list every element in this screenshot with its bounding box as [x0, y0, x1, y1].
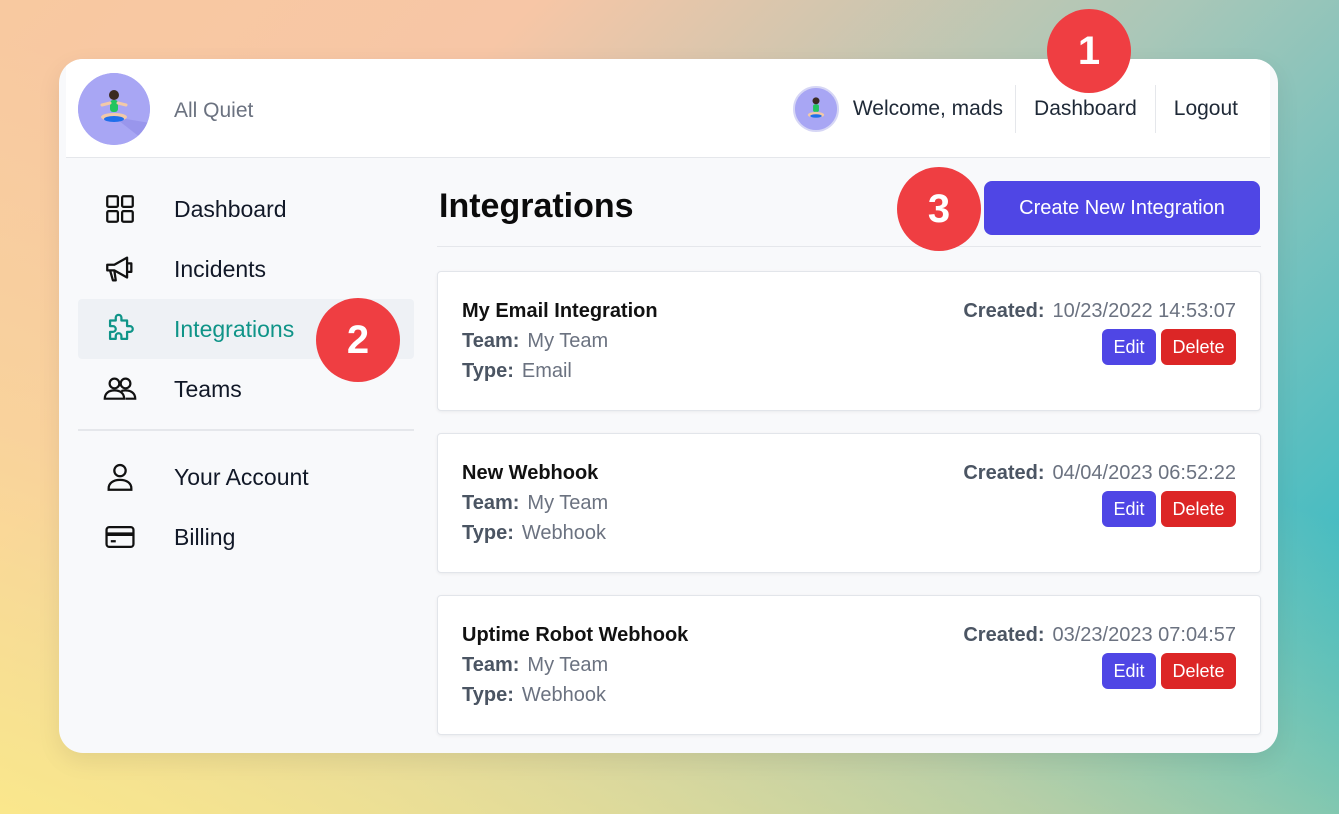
sidebar-divider	[78, 429, 414, 431]
edit-button[interactable]: Edit	[1102, 491, 1156, 527]
sidebar-item-label: Integrations	[174, 315, 295, 342]
title-divider	[437, 246, 1261, 247]
integration-team: Team: My Team	[462, 654, 608, 677]
integration-actions: Edit Delete	[1102, 491, 1236, 527]
step-badge-3: 3	[897, 167, 981, 251]
sidebar-item-label: Dashboard	[174, 195, 287, 222]
step-badge-1: 1	[1047, 9, 1131, 93]
sidebar-item-incidents[interactable]: Incidents	[78, 239, 414, 299]
created-value: 04/04/2023 06:52:22	[1052, 462, 1236, 484]
sidebar-item-your-account[interactable]: Your Account	[78, 447, 414, 507]
page-title: Integrations	[439, 187, 634, 225]
integration-actions: Edit Delete	[1102, 329, 1236, 365]
logo[interactable]	[78, 73, 150, 145]
team-value: My Team	[527, 492, 609, 514]
top-nav: Welcome, mads Dashboard Logout	[792, 85, 1256, 133]
users-icon	[100, 369, 140, 409]
integration-created: Created: 03/23/2023 07:04:57	[963, 624, 1236, 647]
integration-type: Type: Webhook	[462, 684, 606, 707]
integration-name: Uptime Robot Webhook	[462, 624, 689, 646]
edit-button[interactable]: Edit	[1102, 653, 1156, 689]
sidebar-item-label: Billing	[174, 523, 236, 550]
delete-button[interactable]: Delete	[1161, 491, 1236, 527]
delete-button[interactable]: Delete	[1161, 653, 1236, 689]
sidebar-item-label: Your Account	[174, 463, 309, 490]
integration-card[interactable]: New Webhook Team: My Team Type: Webhook Cr…	[437, 433, 1261, 573]
team-value: My Team	[527, 330, 609, 352]
created-value: 03/23/2023 07:04:57	[1052, 624, 1236, 646]
integration-created: Created: 04/04/2023 06:52:22	[963, 462, 1236, 485]
type-label: Type:	[462, 684, 514, 706]
integration-actions: Edit Delete	[1102, 653, 1236, 689]
integration-type: Type: Email	[462, 360, 572, 383]
team-value: My Team	[527, 654, 609, 676]
sidebar-item-billing[interactable]: Billing	[78, 507, 414, 567]
integration-created: Created: 10/23/2022 14:53:07	[963, 300, 1236, 323]
type-value: Webhook	[521, 522, 606, 544]
integration-team: Team: My Team	[462, 492, 608, 515]
app-window: All Quiet Welcome, mads Dashboard Logout	[59, 59, 1278, 753]
created-label: Created:	[963, 624, 1045, 646]
created-label: Created:	[963, 300, 1045, 322]
brand-name: All Quiet	[174, 99, 254, 122]
edit-button[interactable]: Edit	[1102, 329, 1156, 365]
nav-logout-link[interactable]: Logout	[1154, 85, 1256, 133]
integration-name: New Webhook	[462, 462, 599, 484]
type-label: Type:	[462, 522, 514, 544]
team-label: Team:	[462, 492, 520, 514]
type-label: Type:	[462, 360, 514, 382]
created-label: Created:	[963, 462, 1045, 484]
type-value: Webhook	[521, 684, 606, 706]
credit-card-icon	[100, 517, 140, 557]
delete-button[interactable]: Delete	[1161, 329, 1236, 365]
puzzle-icon	[100, 309, 140, 349]
sidebar-item-label: Teams	[174, 375, 242, 402]
user-icon	[100, 457, 140, 497]
sidebar-item-dashboard[interactable]: Dashboard	[78, 179, 414, 239]
integration-card[interactable]: Uptime Robot Webhook Team: My Team Type: W…	[437, 595, 1261, 735]
type-value: Email	[521, 360, 572, 382]
user-avatar[interactable]	[792, 86, 839, 132]
welcome-text: Welcome, mads	[852, 97, 1004, 120]
meditation-logo-icon	[78, 73, 150, 145]
integration-team: Team: My Team	[462, 330, 608, 353]
integration-type: Type: Webhook	[462, 522, 606, 545]
team-label: Team:	[462, 330, 520, 352]
integration-card[interactable]: My Email Integration Team: My Team Type: E…	[437, 271, 1261, 411]
meditation-avatar-icon	[794, 88, 837, 130]
team-label: Team:	[462, 654, 520, 676]
step-badge-2: 2	[316, 298, 400, 382]
create-integration-button[interactable]: Create New Integration	[984, 181, 1260, 235]
megaphone-icon	[100, 249, 140, 289]
sidebar-item-label: Incidents	[174, 255, 267, 282]
integration-name: My Email Integration	[462, 300, 658, 322]
created-value: 10/23/2022 14:53:07	[1052, 300, 1236, 322]
grid-icon	[100, 189, 140, 229]
